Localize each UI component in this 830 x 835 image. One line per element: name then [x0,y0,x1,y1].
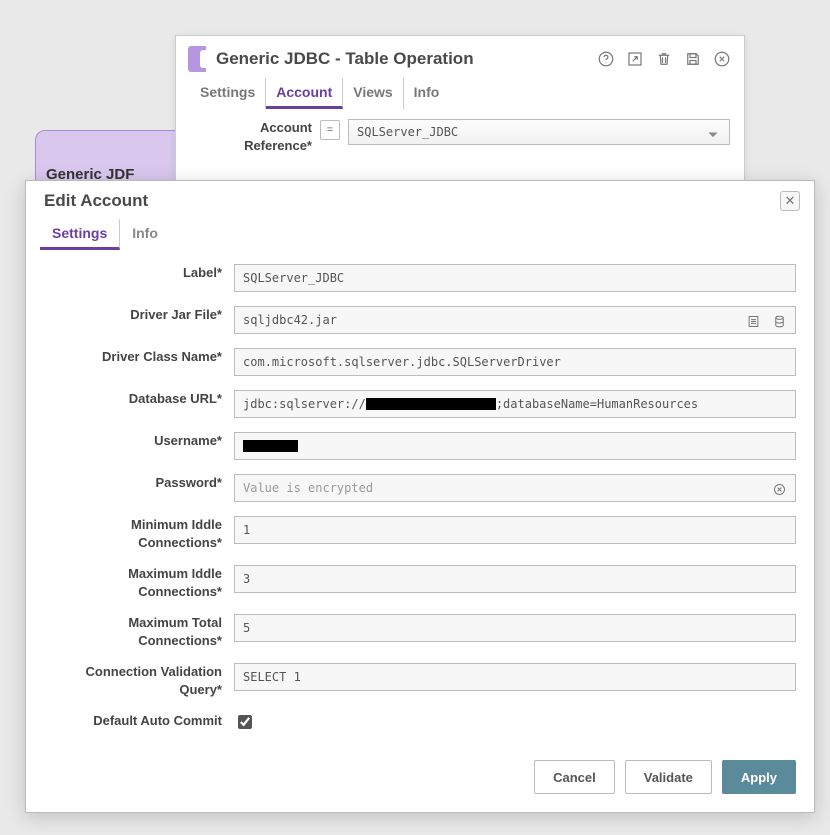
password-label: Password* [44,474,234,492]
driver-class-value: com.microsoft.sqlserver.jdbc.SQLServerDr… [243,355,561,369]
panel-title: Generic JDBC - Table Operation [216,49,596,69]
max-total-label: Maximum Total Connections* [44,614,234,649]
driver-class-input[interactable]: com.microsoft.sqlserver.jdbc.SQLServerDr… [234,348,796,376]
min-idle-input[interactable]: 1 [234,516,796,544]
max-idle-label: Maximum Iddle Connections* [44,565,234,600]
app-logo [188,46,206,72]
password-input[interactable]: Value is encrypted [234,474,796,502]
database-url-suffix: ;databaseName=HumanResources [496,397,698,411]
validation-query-label: Connection Validation Query* [44,663,234,698]
database-url-label: Database URL* [44,390,234,408]
username-redacted [243,440,298,452]
driver-jar-value: sqljdbc42.jar [243,313,337,327]
account-reference-label: Account Reference* [190,119,320,154]
max-idle-value: 3 [243,572,250,586]
close-icon[interactable] [712,49,732,69]
username-input[interactable] [234,432,796,460]
modal-tab-settings[interactable]: Settings [40,219,120,250]
modal-close-button[interactable]: ✕ [780,191,800,211]
database-url-redacted [366,398,496,410]
table-operation-panel: Generic JDBC - Table Operation Settings … [175,35,745,195]
apply-button[interactable]: Apply [722,760,796,794]
list-icon[interactable] [743,311,763,331]
account-reference-select[interactable]: SQLServer_JDBC [348,119,730,145]
modal-title: Edit Account [44,191,780,211]
modal-tab-info[interactable]: Info [120,219,170,250]
export-icon[interactable] [625,49,645,69]
validate-button[interactable]: Validate [625,760,712,794]
cancel-button[interactable]: Cancel [534,760,615,794]
auto-commit-checkbox[interactable] [238,715,252,729]
panel-tabs: Settings Account Views Info [176,78,744,109]
account-reference-value: SQLServer_JDBC [357,125,458,139]
clear-icon[interactable] [769,479,789,499]
trash-icon[interactable] [654,49,674,69]
validation-query-value: SELECT 1 [243,670,301,684]
modal-tabs: Settings Info [26,215,814,250]
auto-commit-label: Default Auto Commit [44,712,234,730]
label-value: SQLServer_JDBC [243,271,344,285]
tab-views[interactable]: Views [343,78,403,109]
username-label: Username* [44,432,234,450]
tab-account[interactable]: Account [266,78,343,109]
label-input[interactable]: SQLServer_JDBC [234,264,796,292]
database-url-prefix: jdbc:sqlserver:// [243,397,366,411]
database-icon[interactable] [769,311,789,331]
label-label: Label* [44,264,234,282]
min-idle-value: 1 [243,523,250,537]
save-icon[interactable] [683,49,703,69]
password-placeholder: Value is encrypted [243,481,373,495]
tab-info[interactable]: Info [404,78,450,109]
driver-jar-input[interactable]: sqljdbc42.jar [234,306,796,334]
max-idle-input[interactable]: 3 [234,565,796,593]
max-total-value: 5 [243,621,250,635]
help-icon[interactable] [596,49,616,69]
validation-query-input[interactable]: SELECT 1 [234,663,796,691]
chevron-down-icon [703,124,723,144]
database-url-input[interactable]: jdbc:sqlserver:// ;databaseName=HumanReso… [234,390,796,418]
driver-class-label: Driver Class Name* [44,348,234,366]
min-idle-label: Minimum Iddle Connections* [44,516,234,551]
tab-settings[interactable]: Settings [190,78,266,109]
equals-toggle[interactable]: = [320,120,340,140]
driver-jar-label: Driver Jar File* [44,306,234,324]
modal-footer: Cancel Validate Apply [26,750,814,812]
max-total-input[interactable]: 5 [234,614,796,642]
panel-toolbar [596,49,732,69]
edit-account-modal: Edit Account ✕ Settings Info Label* SQLS… [25,180,815,813]
form: Label* SQLServer_JDBC Driver Jar File* s… [26,250,814,750]
